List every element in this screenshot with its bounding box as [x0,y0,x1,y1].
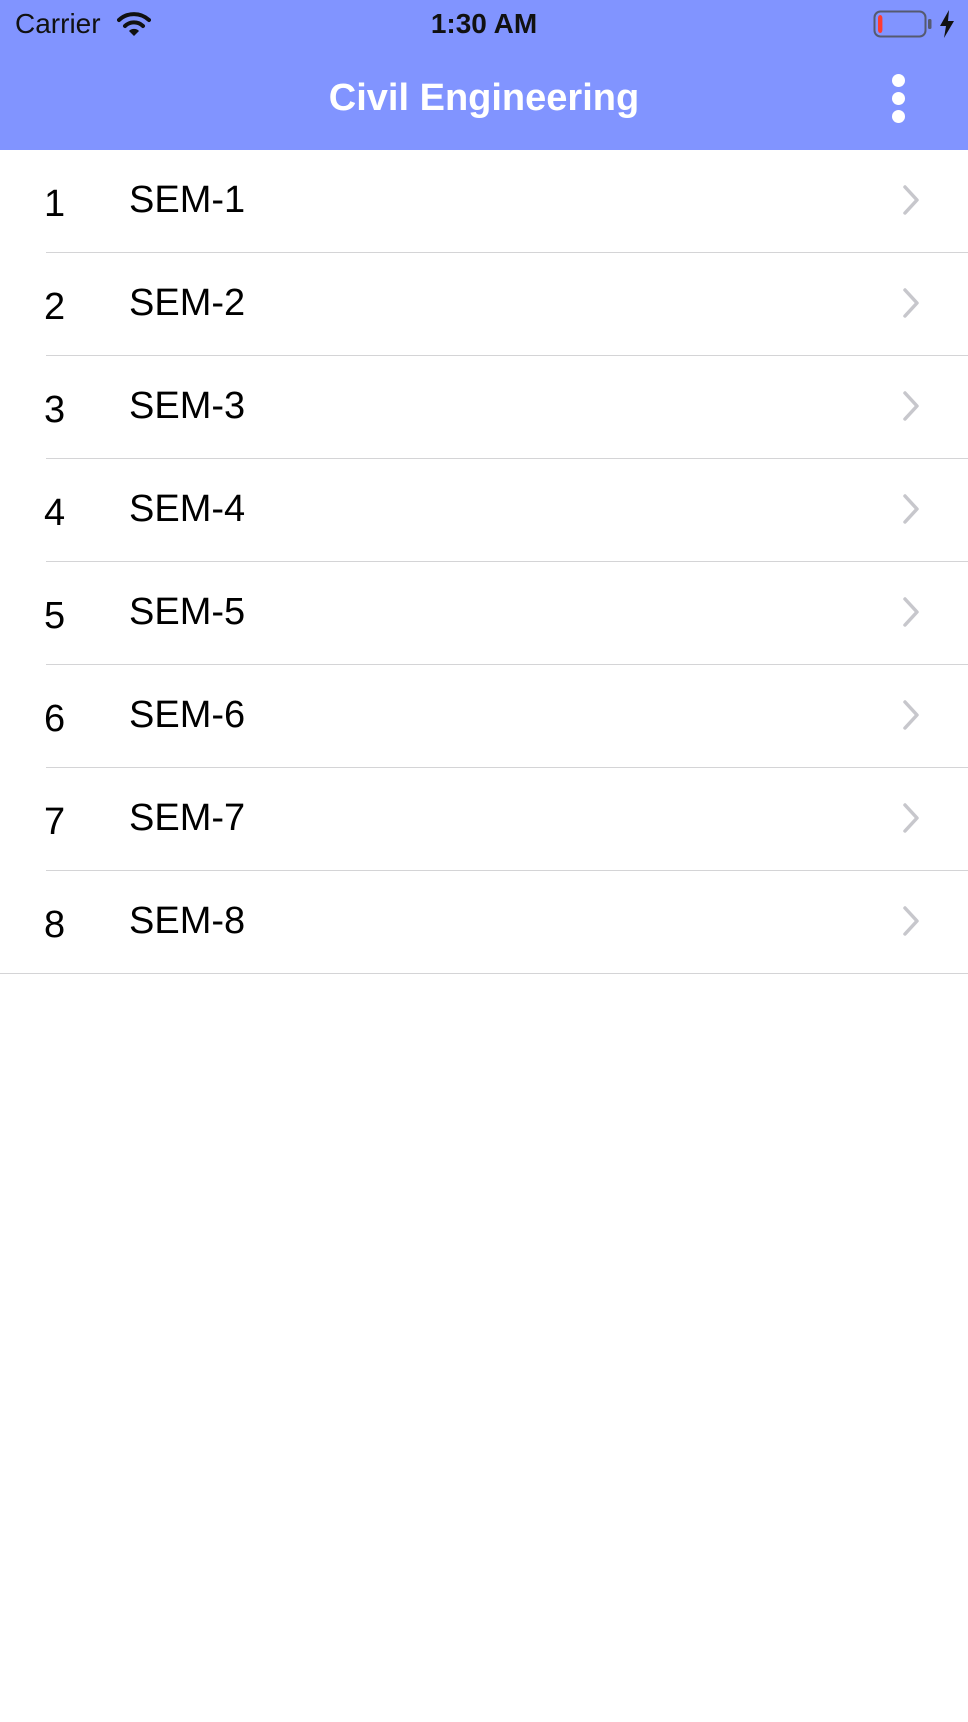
semester-number: 2 [44,286,66,328]
more-vertical-icon-dot [891,91,905,105]
semester-row[interactable]: 1 SEM-1 [0,150,968,253]
chevron-right-icon [903,906,919,936]
semester-row[interactable]: 7 SEM-7 [0,768,968,871]
semester-label: SEM-5 [129,591,246,633]
chevron-right-icon [903,391,919,421]
semester-label: SEM-1 [129,179,246,221]
navigation-header: Carrier 1:30 AM Civil Engineering [0,0,968,150]
semester-row[interactable]: 5 SEM-5 [0,562,968,665]
status-bar: Carrier 1:30 AM [0,0,968,48]
semester-label: SEM-4 [129,488,246,530]
chevron-right-icon [903,185,919,215]
chevron-right-icon [903,494,919,524]
semester-row[interactable]: 3 SEM-3 [0,356,968,459]
semester-label: SEM-6 [129,694,246,736]
more-options-button[interactable] [880,68,916,128]
semester-number: 6 [44,698,66,740]
semester-row[interactable]: 4 SEM-4 [0,459,968,562]
semester-number: 5 [44,595,66,637]
chevron-right-icon [903,288,919,318]
semester-label: SEM-3 [129,385,246,427]
semester-label: SEM-2 [129,282,246,324]
chevron-right-icon [903,700,919,730]
charging-bolt-icon [940,10,954,38]
semester-row[interactable]: 8 SEM-8 [0,871,968,974]
chevron-right-icon [903,597,919,627]
status-time: 1:30 AM [430,8,538,39]
semester-label: SEM-7 [129,797,246,839]
semester-number: 8 [44,904,66,946]
semester-number: 1 [44,183,66,225]
semester-list: 1 SEM-1 2 SEM-2 3 SEM-3 4 SEM-4 5 SEM-5 6 SEM-6 7 SEM… [0,150,968,974]
semester-label: SEM-8 [129,900,246,942]
chevron-right-icon [903,803,919,833]
semester-row[interactable]: 2 SEM-2 [0,253,968,356]
page-title: Civil Engineering [328,77,640,119]
more-vertical-icon-dot [891,73,905,87]
semester-row[interactable]: 6 SEM-6 [0,665,968,768]
semester-number: 3 [44,389,66,431]
more-vertical-icon-dot [891,109,905,123]
semester-number: 4 [44,492,66,534]
battery-icon [873,10,932,38]
battery-level-fill [878,15,883,33]
semester-number: 7 [44,801,66,843]
